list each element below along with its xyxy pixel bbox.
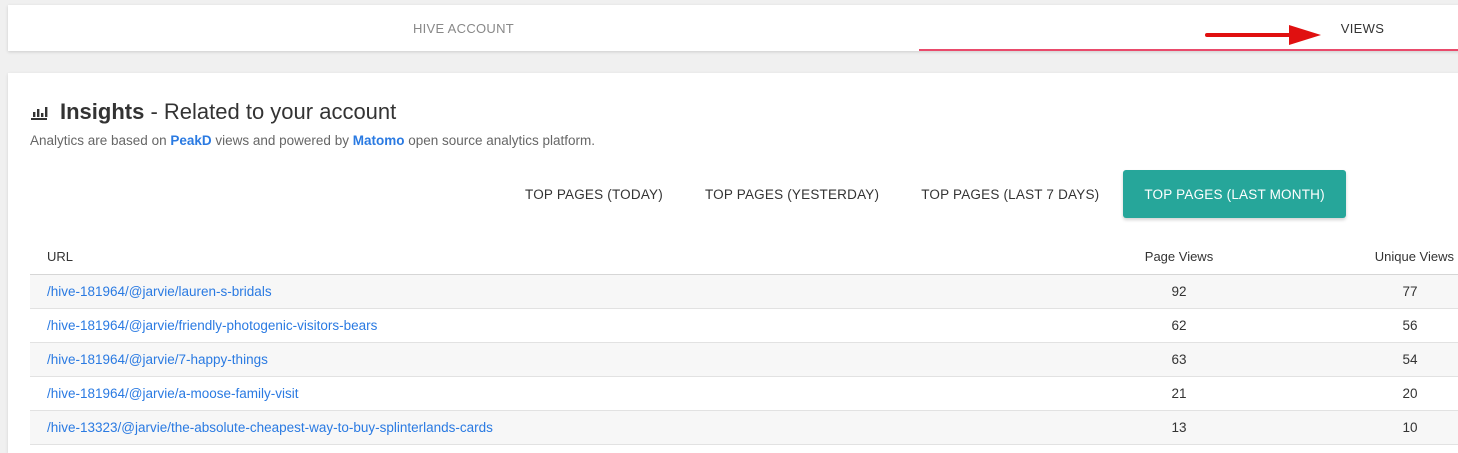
title-bold: Insights — [60, 99, 145, 124]
tab-hive-account-label: HIVE ACCOUNT — [412, 20, 515, 36]
row-url-link[interactable]: /hive-181964/@jarvie/7-happy-things — [47, 352, 268, 367]
table-body: /hive-181964/@jarvie/lauren-s-bridals 92… — [30, 275, 1458, 445]
table-row: /hive-181964/@jarvie/lauren-s-bridals 92… — [30, 275, 1458, 309]
subtitle-text-post: open source analytics platform. — [404, 133, 596, 148]
top-pages-table: URL Page Views Unique Views /hive-181964… — [30, 239, 1458, 445]
row-unique-views: 77 — [1402, 284, 1418, 299]
header-url: URL — [47, 249, 74, 264]
red-arrow-icon — [1205, 25, 1321, 45]
row-page-views: 63 — [1171, 352, 1187, 367]
tab-views[interactable]: VIEWS — [919, 5, 1458, 51]
tab-views-label: VIEWS — [1340, 20, 1385, 36]
insights-card: Insights - Related to your account Analy… — [8, 73, 1458, 453]
title-rest: - Related to your account — [144, 99, 397, 124]
row-url-link[interactable]: /hive-181964/@jarvie/friendly-photogenic… — [47, 318, 377, 333]
insights-header: Insights - Related to your account — [30, 99, 396, 125]
peakd-link[interactable]: PeakD — [170, 133, 211, 148]
table-row: /hive-181964/@jarvie/7-happy-things 63 5… — [30, 343, 1458, 377]
header-page-views: Page Views — [1144, 249, 1214, 264]
table-row: /hive-181964/@jarvie/friendly-photogenic… — [30, 309, 1458, 343]
matomo-link[interactable]: Matomo — [353, 133, 405, 148]
period-tabs: TOP PAGES (TODAY) TOP PAGES (YESTERDAY) … — [504, 170, 1346, 218]
table-header: URL Page Views Unique Views — [30, 239, 1458, 275]
tab-hive-account[interactable]: HIVE ACCOUNT — [8, 5, 919, 51]
row-unique-views: 20 — [1402, 386, 1418, 401]
row-unique-views: 10 — [1402, 420, 1418, 435]
table-row: /hive-181964/@jarvie/a-moose-family-visi… — [30, 377, 1458, 411]
header-unique-views: Unique Views — [1374, 249, 1454, 264]
tab-top-pages-last-month[interactable]: TOP PAGES (LAST MONTH) — [1123, 170, 1346, 218]
row-page-views: 13 — [1171, 420, 1187, 435]
row-unique-views: 56 — [1402, 318, 1418, 333]
table-row: /hive-13323/@jarvie/the-absolute-cheapes… — [30, 411, 1458, 445]
row-unique-views: 54 — [1402, 352, 1418, 367]
row-page-views: 62 — [1171, 318, 1187, 333]
tab-top-pages-today[interactable]: TOP PAGES (TODAY) — [504, 170, 684, 218]
page-title: Insights - Related to your account — [60, 99, 396, 125]
subtitle-text-mid: views and powered by — [211, 133, 353, 148]
row-page-views: 21 — [1171, 386, 1187, 401]
row-url-link[interactable]: /hive-181964/@jarvie/a-moose-family-visi… — [47, 386, 299, 401]
insights-subtitle: Analytics are based on PeakD views and p… — [30, 133, 595, 148]
row-url-link[interactable]: /hive-13323/@jarvie/the-absolute-cheapes… — [47, 420, 493, 435]
tab-top-pages-last-7-days[interactable]: TOP PAGES (LAST 7 DAYS) — [900, 170, 1120, 218]
subtitle-text-pre: Analytics are based on — [30, 133, 171, 148]
row-page-views: 92 — [1171, 284, 1187, 299]
tab-top-pages-yesterday[interactable]: TOP PAGES (YESTERDAY) — [684, 170, 900, 218]
bar-chart-icon — [31, 107, 48, 120]
row-url-link[interactable]: /hive-181964/@jarvie/lauren-s-bridals — [47, 284, 272, 299]
